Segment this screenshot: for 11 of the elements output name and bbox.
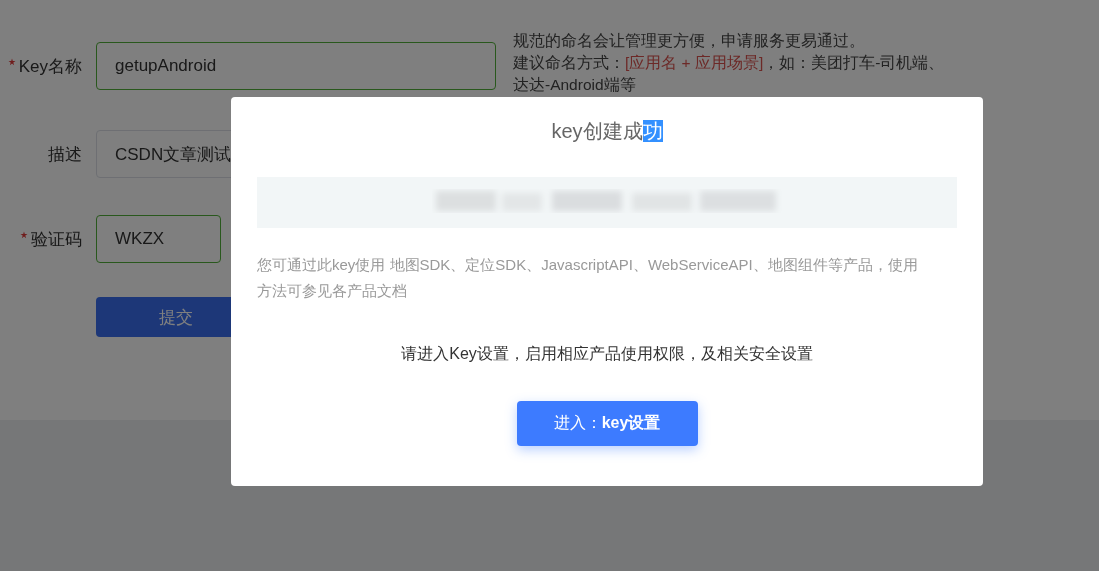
field-label: 验证码 [31,228,82,251]
hint-text: 规范的命名会让管理更方便，申请服务更易通过。 [513,31,866,51]
input-field[interactable]: getupAndroid [96,42,496,90]
field-label: Key名称 [18,55,82,78]
input-field[interactable]: WKZX [96,215,221,263]
key-settings-button[interactable]: 进入：key设置 [516,401,698,446]
field-label: 描述 [48,143,82,166]
instruction-text: 请进入Key设置，启用相应产品使用权限，及相关安全设置 [400,344,814,364]
description-text: 您可通过此key使用 地图SDK、定位SDK、JavascriptAPI、WebServiceAPI、地图组件等产品，使用方法可参见各产品文档 [257,255,919,301]
hint-text: 建议命名方式：[应用名 + 应用场景]，如：美团打车-司机端、达达-Android端等 [513,53,946,95]
modal-title: key创建成功 [551,119,663,144]
